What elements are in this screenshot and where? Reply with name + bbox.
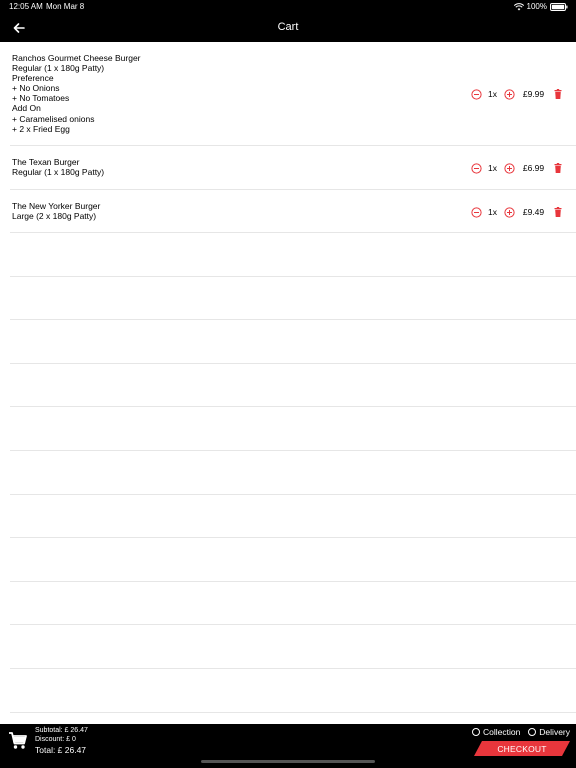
subtotal-text: Subtotal: £ 26.47: [35, 727, 88, 734]
battery-percent: 100%: [526, 2, 547, 11]
item-option: Add On: [12, 103, 41, 114]
wifi-icon: [513, 2, 524, 11]
increase-qty-button[interactable]: [503, 162, 515, 174]
item-controls: 1x £9.49: [470, 206, 564, 218]
empty-row: [10, 451, 576, 495]
delivery-label: Delivery: [539, 727, 570, 737]
trash-icon: [554, 89, 562, 99]
increase-qty-button[interactable]: [503, 88, 515, 100]
battery-icon: [550, 2, 568, 11]
item-controls: 1x £9.99: [470, 88, 564, 100]
item-price: £6.99: [522, 163, 545, 173]
cart-item: The New Yorker Burger Large (2 x 180g Pa…: [10, 190, 576, 233]
item-quantity: 1x: [488, 207, 497, 217]
delete-item-button[interactable]: [552, 88, 564, 100]
empty-row: [10, 582, 576, 626]
delete-item-button[interactable]: [552, 162, 564, 174]
empty-row: [10, 625, 576, 669]
empty-row: [10, 495, 576, 539]
item-quantity: 1x: [488, 163, 497, 173]
empty-row: [10, 364, 576, 408]
delivery-radio[interactable]: [528, 728, 537, 736]
total-text: Total: £ 26.47: [35, 745, 87, 755]
decrease-qty-button[interactable]: [470, 162, 482, 174]
discount-text: Discount: £ 0: [35, 736, 76, 743]
top-bar: 12:05 AM Mon Mar 8 100% Cart: [0, 0, 576, 42]
item-controls: 1x £6.99: [470, 162, 564, 174]
item-price: £9.49: [522, 207, 545, 217]
cart-item: The Texan Burger Regular (1 x 180g Patty…: [10, 146, 576, 190]
item-option: + 2 x Fried Egg: [12, 123, 70, 134]
status-time: 12:05 AM: [9, 2, 43, 11]
delivery-option[interactable]: Delivery: [528, 727, 570, 737]
decrease-qty-button[interactable]: [470, 88, 482, 100]
cart-icon: [8, 731, 28, 751]
item-size: Regular (1 x 180g Patty): [12, 63, 105, 74]
collection-label: Collection: [482, 727, 521, 737]
item-option: + Caramelised onions: [12, 113, 95, 124]
empty-row: [10, 407, 576, 451]
status-date: Mon Mar 8: [46, 2, 85, 11]
empty-row: [10, 538, 576, 582]
item-name: Ranchos Gourmet Cheese Burger: [12, 53, 141, 63]
empty-row: [10, 233, 576, 277]
cart-item: Ranchos Gourmet Cheese Burger Regular (1…: [10, 42, 576, 146]
empty-row: [10, 277, 576, 321]
trash-icon: [554, 163, 562, 173]
home-indicator[interactable]: [201, 760, 375, 763]
plus-circle-icon: [503, 206, 515, 218]
item-quantity: 1x: [488, 89, 497, 99]
delete-item-button[interactable]: [552, 206, 564, 218]
checkout-button[interactable]: CHECKOUT: [474, 741, 570, 756]
minus-circle-icon: [470, 206, 482, 218]
plus-circle-icon: [503, 88, 515, 100]
minus-circle-icon: [470, 88, 482, 100]
order-type-selector: Collection Delivery: [471, 727, 570, 737]
trash-icon: [554, 207, 562, 217]
item-price: £9.99: [522, 89, 545, 99]
collection-radio[interactable]: [471, 728, 480, 736]
plus-circle-icon: [503, 162, 515, 174]
empty-row: [10, 320, 576, 364]
increase-qty-button[interactable]: [503, 206, 515, 218]
cart-list: Ranchos Gourmet Cheese Burger Regular (1…: [10, 42, 576, 713]
page-title: Cart: [277, 21, 299, 33]
minus-circle-icon: [470, 162, 482, 174]
item-option: Preference: [12, 73, 54, 84]
empty-row: [10, 669, 576, 713]
decrease-qty-button[interactable]: [470, 206, 482, 218]
collection-option[interactable]: Collection: [471, 727, 521, 737]
status-indicators: 100%: [513, 2, 568, 11]
